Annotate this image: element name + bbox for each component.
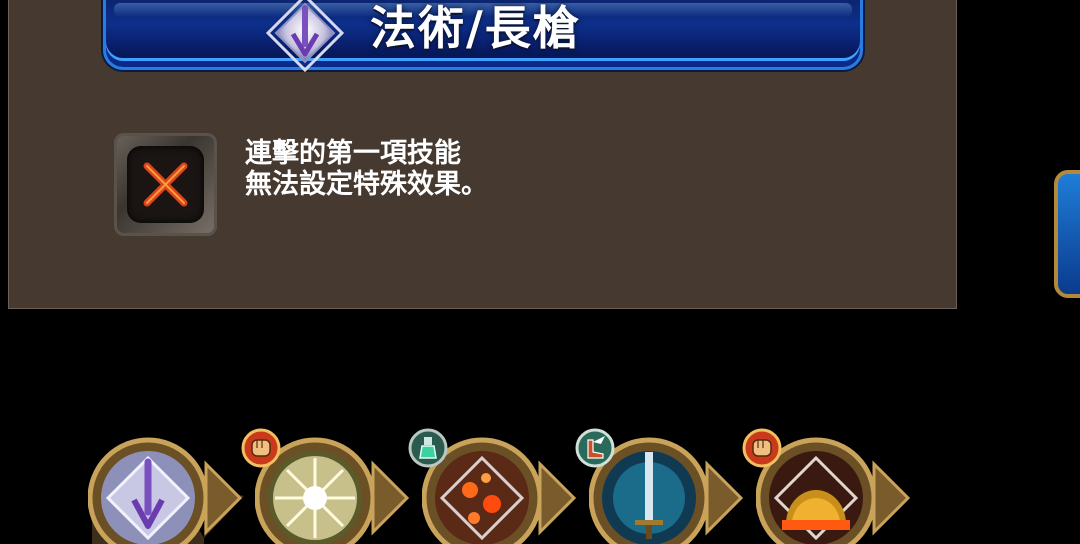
red-x-icon	[127, 146, 204, 223]
fist-icon	[241, 428, 281, 468]
spear-element-emblem-icon	[265, 0, 345, 73]
fist-icon	[742, 428, 782, 468]
skill-slot-5[interactable]	[742, 428, 916, 544]
panel-title: 法術/長槍	[370, 1, 581, 55]
disabled-slot-frame	[114, 133, 217, 236]
side-menu-button[interactable]	[1054, 170, 1080, 298]
skill-slot-3[interactable]	[408, 428, 582, 544]
skill-slot-1[interactable]	[88, 434, 248, 544]
winged-boot-icon	[575, 428, 615, 468]
potion-flask-icon	[408, 428, 448, 468]
message-line-2: 無法設定特殊效果。	[245, 169, 488, 200]
game-screen: 法術/長槍 連擊的第一項技能 無法設定特殊效果。	[0, 0, 1080, 544]
skill-slot-2[interactable]	[241, 428, 415, 544]
skill-slot-4[interactable]	[575, 428, 749, 544]
message-line-1: 連擊的第一項技能	[245, 138, 461, 169]
info-message: 連擊的第一項技能 無法設定特殊效果。	[245, 138, 488, 200]
